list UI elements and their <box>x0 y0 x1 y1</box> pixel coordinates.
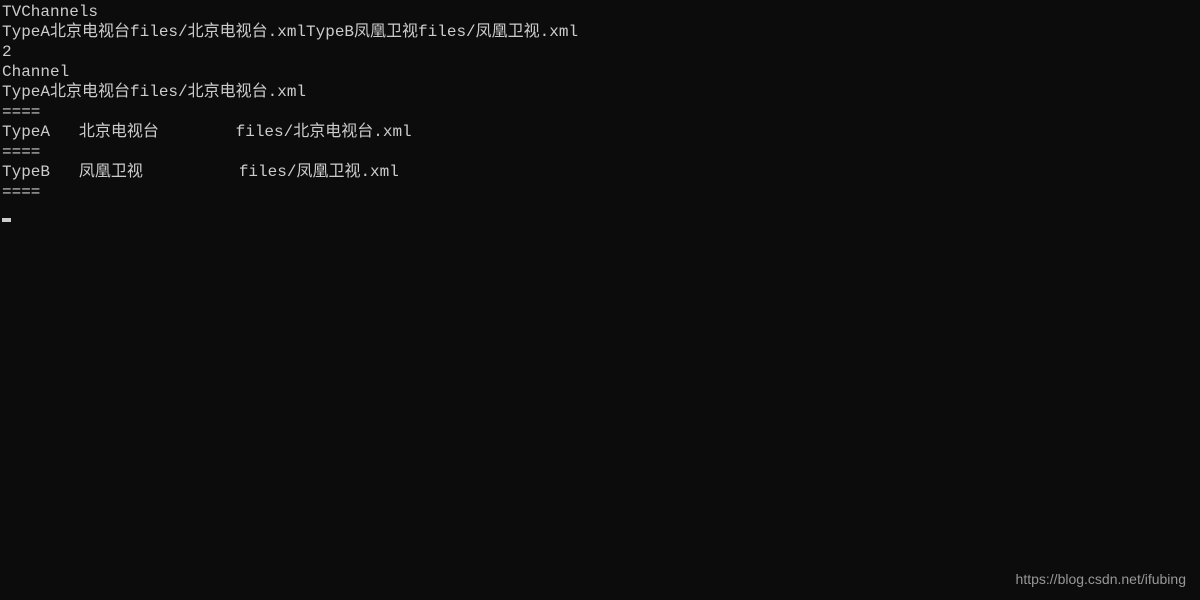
output-line: ==== <box>2 102 1198 122</box>
output-line: TypeA 北京电视台 files/北京电视台.xml <box>2 122 1198 142</box>
watermark-text: https://blog.csdn.net/ifubing <box>1016 571 1186 589</box>
terminal-output: TVChannels TypeA北京电视台files/北京电视台.xmlType… <box>2 2 1198 222</box>
cursor-icon <box>2 218 11 222</box>
output-line: TypeA北京电视台files/北京电视台.xmlTypeB凤凰卫视files/… <box>2 22 1198 42</box>
output-line: 2 <box>2 42 1198 62</box>
prompt-line[interactable] <box>2 202 1198 222</box>
output-line: ==== <box>2 142 1198 162</box>
output-line: ==== <box>2 182 1198 202</box>
output-line: TypeA北京电视台files/北京电视台.xml <box>2 82 1198 102</box>
output-line: TVChannels <box>2 2 1198 22</box>
output-line: Channel <box>2 62 1198 82</box>
output-line: TypeB 凤凰卫视 files/凤凰卫视.xml <box>2 162 1198 182</box>
